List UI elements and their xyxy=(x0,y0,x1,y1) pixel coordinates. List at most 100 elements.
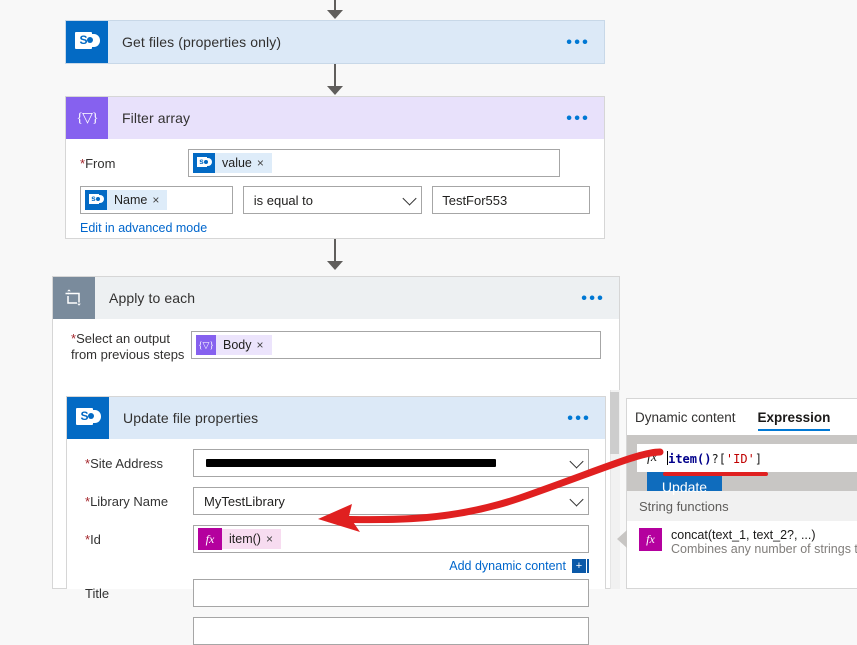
update-file-properties-body: *Site Address *Library Name MyTestLibrar… xyxy=(67,439,605,645)
condition-left-input[interactable]: Name × xyxy=(80,186,233,214)
step-header-update-file-properties[interactable]: Update file properties ••• xyxy=(67,397,605,439)
tab-dynamic-content[interactable]: Dynamic content xyxy=(635,399,736,435)
select-output-label: *Select an output from previous steps xyxy=(71,331,185,362)
overflow-menu-icon[interactable]: ••• xyxy=(566,34,590,51)
library-name-dropdown[interactable]: MyTestLibrary xyxy=(193,487,589,515)
connector-arrow-apply xyxy=(327,261,343,270)
from-label: *From xyxy=(80,155,116,171)
connector-line-filter-apply xyxy=(334,239,336,263)
chip-remove-icon[interactable]: × xyxy=(256,156,272,170)
filter-array-icon: {▽} xyxy=(66,97,108,139)
function-list-item-concat[interactable]: fx concat(text_1, text_2?, ...) Combines… xyxy=(627,521,857,556)
condition-operator-select[interactable]: is equal to xyxy=(242,186,423,214)
flow-designer-canvas: Get files (properties only) ••• {▽} Filt… xyxy=(0,0,857,645)
select-output-input[interactable]: {▽} Body × xyxy=(191,331,601,359)
overflow-menu-icon[interactable]: ••• xyxy=(581,290,605,307)
token-chip-value[interactable]: value × xyxy=(193,153,272,173)
panel-tabs: Dynamic content Expression xyxy=(627,399,857,435)
chip-label: Body xyxy=(223,338,252,352)
loop-icon xyxy=(53,277,95,319)
sharepoint-icon xyxy=(193,153,215,173)
chip-remove-icon[interactable]: × xyxy=(151,193,167,207)
add-plus-bar xyxy=(587,559,589,573)
step-card-update-file-properties[interactable]: Update file properties ••• *Site Address… xyxy=(66,396,606,645)
condition-value-input[interactable]: TestFor553 xyxy=(432,186,591,214)
field-label: *Site Address xyxy=(85,455,164,471)
condition-value: TestFor553 xyxy=(442,192,508,208)
connector-arrow-filter xyxy=(327,86,343,95)
step-header-filter-array[interactable]: {▽} Filter array ••• xyxy=(66,97,604,139)
string-functions-header: String functions xyxy=(627,491,857,521)
sharepoint-icon xyxy=(66,21,108,63)
step-title: Update file properties xyxy=(123,410,259,426)
edit-advanced-mode-link[interactable]: Edit in advanced mode xyxy=(80,221,207,235)
expression-input[interactable]: fx item()?['ID'] xyxy=(637,444,857,472)
step-title: Get files (properties only) xyxy=(122,34,282,50)
expression-text: item()?['ID'] xyxy=(667,450,763,466)
add-plus-icon[interactable]: + xyxy=(572,559,586,573)
expression-token-function: item() xyxy=(668,451,712,466)
expression-editor-zone: fx item()?['ID'] Update xyxy=(627,435,857,502)
field-label: *Library Name xyxy=(85,493,169,509)
connector-arrow-top xyxy=(327,10,343,19)
step-title: Apply to each xyxy=(109,290,196,306)
expression-token-string: 'ID' xyxy=(725,451,755,466)
canvas-scrollbar-thumb[interactable] xyxy=(610,392,619,454)
field-row-library-name: *Library Name MyTestLibrary xyxy=(67,487,605,515)
sharepoint-icon xyxy=(85,190,107,210)
tab-expression[interactable]: Expression xyxy=(757,399,830,435)
chevron-down-icon[interactable] xyxy=(402,191,417,206)
function-description: Combines any number of strings toget xyxy=(671,542,857,556)
chevron-down-icon[interactable] xyxy=(569,454,584,469)
token-chip-name[interactable]: Name × xyxy=(85,190,168,210)
expression-panel[interactable]: Dynamic content Expression fx item()?['I… xyxy=(617,398,857,589)
next-input[interactable] xyxy=(193,617,589,645)
fx-icon: fx xyxy=(198,528,222,550)
chip-label: item() xyxy=(229,532,261,546)
fx-icon: fx xyxy=(647,450,658,465)
condition-row: Name × is equal to TestFor553 xyxy=(80,186,591,214)
overflow-menu-icon[interactable]: ••• xyxy=(566,110,590,127)
chip-remove-icon[interactable]: × xyxy=(265,532,281,546)
add-dynamic-content-link[interactable]: Add dynamic content xyxy=(449,559,566,573)
overflow-menu-icon[interactable]: ••• xyxy=(567,410,591,427)
id-input[interactable]: fx item() × xyxy=(193,525,589,553)
field-row-title: Title xyxy=(67,579,605,607)
field-label: Title xyxy=(85,585,110,601)
filter-array-body: *From value × Name × xyxy=(66,139,604,235)
connector-line-getfiles-filter xyxy=(334,64,336,88)
field-label: *Id xyxy=(85,531,101,547)
filter-array-icon: {▽} xyxy=(196,335,216,355)
apply-to-each-body: *Select an output from previous steps {▽… xyxy=(53,319,619,363)
field-row-next xyxy=(67,617,605,645)
step-header-apply-to-each[interactable]: Apply to each ••• xyxy=(53,277,619,319)
field-row-site-address: *Site Address xyxy=(67,449,605,477)
step-header-get-files[interactable]: Get files (properties only) ••• xyxy=(66,21,604,63)
chip-remove-icon[interactable]: × xyxy=(256,338,272,352)
from-input[interactable]: value × xyxy=(188,149,560,177)
from-row: *From value × xyxy=(80,149,590,177)
site-address-dropdown[interactable] xyxy=(193,449,589,477)
library-name-value: MyTestLibrary xyxy=(204,493,285,509)
chip-label: value xyxy=(222,156,252,170)
step-card-get-files[interactable]: Get files (properties only) ••• xyxy=(65,20,605,64)
function-signature: concat(text_1, text_2?, ...) xyxy=(671,528,816,542)
sharepoint-icon xyxy=(67,397,109,439)
redacted-value xyxy=(206,459,496,467)
chevron-down-icon[interactable] xyxy=(569,492,584,507)
operator-value: is equal to xyxy=(253,192,313,208)
title-input[interactable] xyxy=(193,579,589,607)
chip-label: Name xyxy=(114,193,148,207)
token-chip-body[interactable]: {▽} Body × xyxy=(196,335,272,355)
fx-icon: fx xyxy=(639,528,662,551)
add-dynamic-content-row[interactable]: Add dynamic content + xyxy=(67,559,605,573)
expression-red-underline-annotation xyxy=(663,472,768,476)
field-row-id: *Id fx item() × xyxy=(67,525,605,553)
panel-pointer-icon xyxy=(617,530,627,548)
token-chip-expression[interactable]: fx item() × xyxy=(198,528,281,550)
step-card-filter-array[interactable]: {▽} Filter array ••• *From value × xyxy=(65,96,605,239)
expression-token-punctuation-close: ] xyxy=(754,451,763,466)
expression-token-punctuation: ?[ xyxy=(711,451,726,466)
step-title: Filter array xyxy=(122,110,191,126)
select-output-row: *Select an output from previous steps {▽… xyxy=(53,331,619,363)
